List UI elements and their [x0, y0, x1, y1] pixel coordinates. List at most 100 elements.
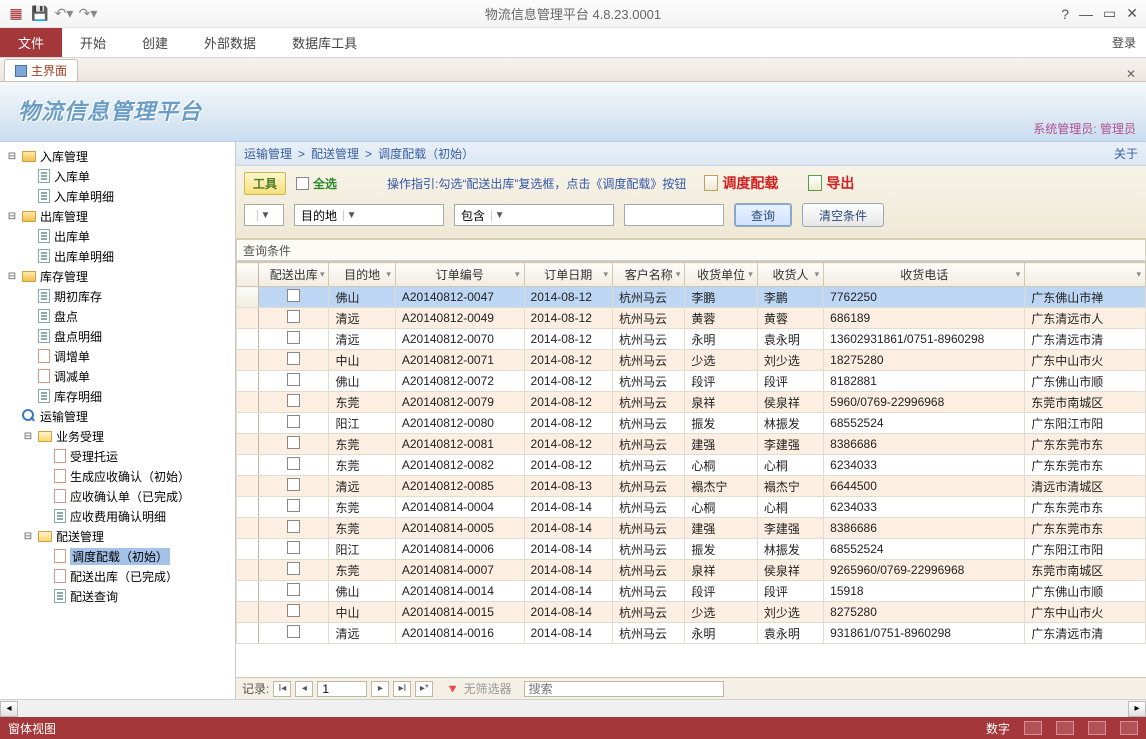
expand-icon[interactable]: ⊟	[22, 431, 34, 442]
cell-cust[interactable]: 杭州马云	[613, 581, 685, 602]
cell-ord[interactable]: A20140812-0085	[395, 476, 524, 497]
cell-recv[interactable]: 袁永明	[757, 623, 823, 644]
checkbox[interactable]	[287, 520, 300, 533]
cell-tel[interactable]: 13602931861/0751-8960298	[824, 329, 1025, 350]
cell-addr[interactable]: 广东东莞市东	[1025, 434, 1146, 455]
cell-recv[interactable]: 黄蓉	[757, 308, 823, 329]
tree-label[interactable]: 期初库存	[54, 288, 102, 305]
query-button[interactable]: 查询	[734, 203, 792, 227]
row-selector[interactable]	[237, 308, 259, 329]
tree-label[interactable]: 配送出库（已完成）	[70, 568, 178, 585]
recnav-prev[interactable]: ◂	[295, 681, 313, 697]
checkbox[interactable]	[287, 562, 300, 575]
cell-recv[interactable]: 李鹏	[757, 287, 823, 308]
tree-node[interactable]: 应收费用确认明细	[2, 506, 233, 526]
data-grid[interactable]: 配送出库▾目的地▾订单编号▾订单日期▾客户名称▾收货单位▾收货人▾收货电话▾▾ …	[236, 261, 1146, 677]
expand-icon[interactable]: ⊟	[22, 531, 34, 542]
crumb-3[interactable]: 调度配载（初始）	[378, 145, 474, 162]
cell-tel[interactable]: 686189	[824, 308, 1025, 329]
view-form-icon[interactable]	[1024, 721, 1042, 735]
row-selector[interactable]	[237, 287, 259, 308]
table-row[interactable]: 东莞A20140812-00792014-08-12杭州马云泉祥侯泉祥5960/…	[237, 392, 1146, 413]
cell-ord[interactable]: A20140812-0072	[395, 371, 524, 392]
cell-dest[interactable]: 东莞	[329, 518, 395, 539]
cell-addr[interactable]: 广东清远市清	[1025, 623, 1146, 644]
sort-icon[interactable]: ▾	[604, 269, 609, 280]
table-row[interactable]: 佛山A20140814-00142014-08-14杭州马云段评段评15918广…	[237, 581, 1146, 602]
cell-tel[interactable]: 7762250	[824, 287, 1025, 308]
cell-unit[interactable]: 振发	[685, 413, 757, 434]
sort-icon[interactable]: ▾	[676, 269, 681, 280]
tree-node[interactable]: 配送查询	[2, 586, 233, 606]
row-selector[interactable]	[237, 623, 259, 644]
table-row[interactable]: 东莞A20140812-00812014-08-12杭州马云建强李建强83866…	[237, 434, 1146, 455]
cell-cust[interactable]: 杭州马云	[613, 350, 685, 371]
column-header[interactable]: 收货电话▾	[824, 263, 1025, 287]
cell-addr[interactable]: 广东阳江市阳	[1025, 539, 1146, 560]
login-link[interactable]: 登录	[1102, 28, 1146, 57]
table-row[interactable]: 佛山A20140812-00472014-08-12杭州马云李鹏李鹏776225…	[237, 287, 1146, 308]
cell-unit[interactable]: 褟杰宁	[685, 476, 757, 497]
horizontal-scrollbar[interactable]: ◂ ▸	[0, 699, 1146, 717]
table-row[interactable]: 清远A20140812-00702014-08-12杭州马云永明袁永明13602…	[237, 329, 1146, 350]
sort-icon[interactable]: ▾	[1136, 269, 1141, 280]
cell-tel[interactable]: 5960/0769-22996968	[824, 392, 1025, 413]
cell-unit[interactable]: 李鹏	[685, 287, 757, 308]
dispatch-checkbox-cell[interactable]	[259, 455, 329, 476]
dispatch-checkbox-cell[interactable]	[259, 560, 329, 581]
cell-date[interactable]: 2014-08-12	[524, 413, 612, 434]
recnav-last[interactable]: ▸I	[393, 681, 411, 697]
tab-close-icon[interactable]: ✕	[1116, 67, 1146, 81]
tree-label[interactable]: 盘点	[54, 308, 78, 325]
tree-label[interactable]: 受理托运	[70, 448, 118, 465]
tree-label[interactable]: 运输管理	[40, 408, 88, 425]
tree-node[interactable]: 入库单明细	[2, 186, 233, 206]
cell-date[interactable]: 2014-08-12	[524, 350, 612, 371]
row-selector[interactable]	[237, 350, 259, 371]
cell-date[interactable]: 2014-08-14	[524, 581, 612, 602]
cell-ord[interactable]: A20140812-0047	[395, 287, 524, 308]
cell-cust[interactable]: 杭州马云	[613, 539, 685, 560]
cell-tel[interactable]: 8275280	[824, 602, 1025, 623]
cell-cust[interactable]: 杭州马云	[613, 518, 685, 539]
cell-ord[interactable]: A20140814-0014	[395, 581, 524, 602]
cell-recv[interactable]: 段评	[757, 371, 823, 392]
checkbox[interactable]	[287, 436, 300, 449]
cell-date[interactable]: 2014-08-14	[524, 623, 612, 644]
recnav-next[interactable]: ▸	[371, 681, 389, 697]
tree-node[interactable]: ⊟出库管理	[2, 206, 233, 226]
filter-op-combo[interactable]: 包含▼	[454, 204, 614, 226]
column-header[interactable]: 目的地▾	[329, 263, 395, 287]
tree-label[interactable]: 应收费用确认明细	[70, 508, 166, 525]
cell-tel[interactable]: 8182881	[824, 371, 1025, 392]
dispatch-checkbox-cell[interactable]	[259, 623, 329, 644]
cell-addr[interactable]: 清远市清城区	[1025, 476, 1146, 497]
tree-node[interactable]: 应收确认单（已完成）	[2, 486, 233, 506]
cell-dest[interactable]: 东莞	[329, 434, 395, 455]
cell-tel[interactable]: 6644500	[824, 476, 1025, 497]
cell-dest[interactable]: 佛山	[329, 287, 395, 308]
tree-node[interactable]: ⊟库存管理	[2, 266, 233, 286]
expand-icon[interactable]: ⊟	[6, 211, 18, 222]
column-header[interactable]: 订单日期▾	[524, 263, 612, 287]
cell-addr[interactable]: 广东佛山市禅	[1025, 287, 1146, 308]
cell-ord[interactable]: A20140814-0006	[395, 539, 524, 560]
undo-icon[interactable]: ↶▾	[56, 6, 72, 22]
cell-tel[interactable]: 931861/0751-8960298	[824, 623, 1025, 644]
cell-ord[interactable]: A20140812-0082	[395, 455, 524, 476]
column-header[interactable]: 客户名称▾	[613, 263, 685, 287]
tree-label[interactable]: 生成应收确认（初始）	[70, 468, 190, 485]
cell-date[interactable]: 2014-08-14	[524, 602, 612, 623]
row-selector[interactable]	[237, 434, 259, 455]
table-row[interactable]: 东莞A20140812-00822014-08-12杭州马云心桐心桐623403…	[237, 455, 1146, 476]
tool-button[interactable]: 工具	[244, 172, 286, 195]
dispatch-checkbox-cell[interactable]	[259, 518, 329, 539]
cell-date[interactable]: 2014-08-12	[524, 434, 612, 455]
row-selector[interactable]	[237, 518, 259, 539]
cell-date[interactable]: 2014-08-14	[524, 497, 612, 518]
cell-recv[interactable]: 林振发	[757, 413, 823, 434]
crumb-1[interactable]: 运输管理	[244, 145, 292, 162]
column-header[interactable]: 收货人▾	[757, 263, 823, 287]
tree-label[interactable]: 配送查询	[70, 588, 118, 605]
cell-ord[interactable]: A20140814-0005	[395, 518, 524, 539]
